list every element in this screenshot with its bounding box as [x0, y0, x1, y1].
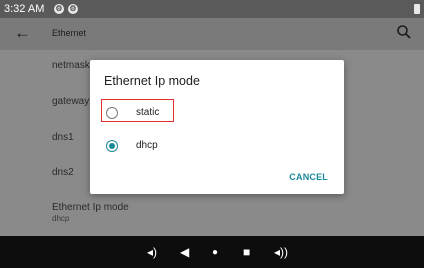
settings-item-ip-mode[interactable]: Ethernet Ip mode dhcp: [52, 202, 129, 223]
status-bar: 3:32 AM ⚙ ⚙: [0, 0, 424, 18]
settings-item-dns1[interactable]: dns1: [52, 132, 74, 143]
option-dhcp[interactable]: dhcp: [100, 137, 260, 157]
settings-item-netmask[interactable]: netmask: [52, 60, 90, 71]
back-arrow-icon[interactable]: ←: [14, 23, 31, 43]
cancel-button[interactable]: CANCEL: [289, 172, 328, 182]
highlight-box: [101, 99, 174, 122]
search-icon[interactable]: [396, 24, 412, 40]
notification-icon: ⚙: [68, 4, 78, 14]
ip-mode-dialog: Ethernet Ip mode static dhcp CANCEL: [90, 60, 344, 194]
settings-item-dns2[interactable]: dns2: [52, 167, 74, 178]
settings-item-value: dhcp: [52, 214, 70, 223]
settings-item-label: Ethernet Ip mode: [52, 202, 129, 213]
option-label: dhcp: [136, 140, 158, 151]
notification-icon: ⚙: [54, 4, 64, 14]
status-time: 3:32 AM: [4, 3, 45, 15]
settings-item-gateway[interactable]: gateway: [52, 96, 89, 107]
settings-item-label: dns1: [52, 132, 74, 143]
volume-up-icon[interactable]: ◂)): [274, 244, 288, 260]
back-icon[interactable]: ◀: [180, 244, 189, 260]
app-bar: ← Ethernet: [0, 18, 424, 50]
settings-item-label: gateway: [52, 96, 90, 107]
recents-icon[interactable]: ■: [243, 244, 250, 260]
battery-icon: [414, 4, 420, 14]
settings-item-label: dns2: [52, 167, 74, 178]
page-title: Ethernet: [52, 28, 87, 38]
volume-down-icon[interactable]: ◂): [147, 244, 157, 260]
settings-item-label: netmask: [52, 60, 90, 71]
home-icon[interactable]: ●: [212, 245, 218, 261]
dialog-title: Ethernet Ip mode: [104, 74, 200, 88]
radio-button-checked[interactable]: [106, 140, 118, 152]
navigation-bar: ◂) ◀ ● ■ ◂)): [0, 236, 424, 268]
